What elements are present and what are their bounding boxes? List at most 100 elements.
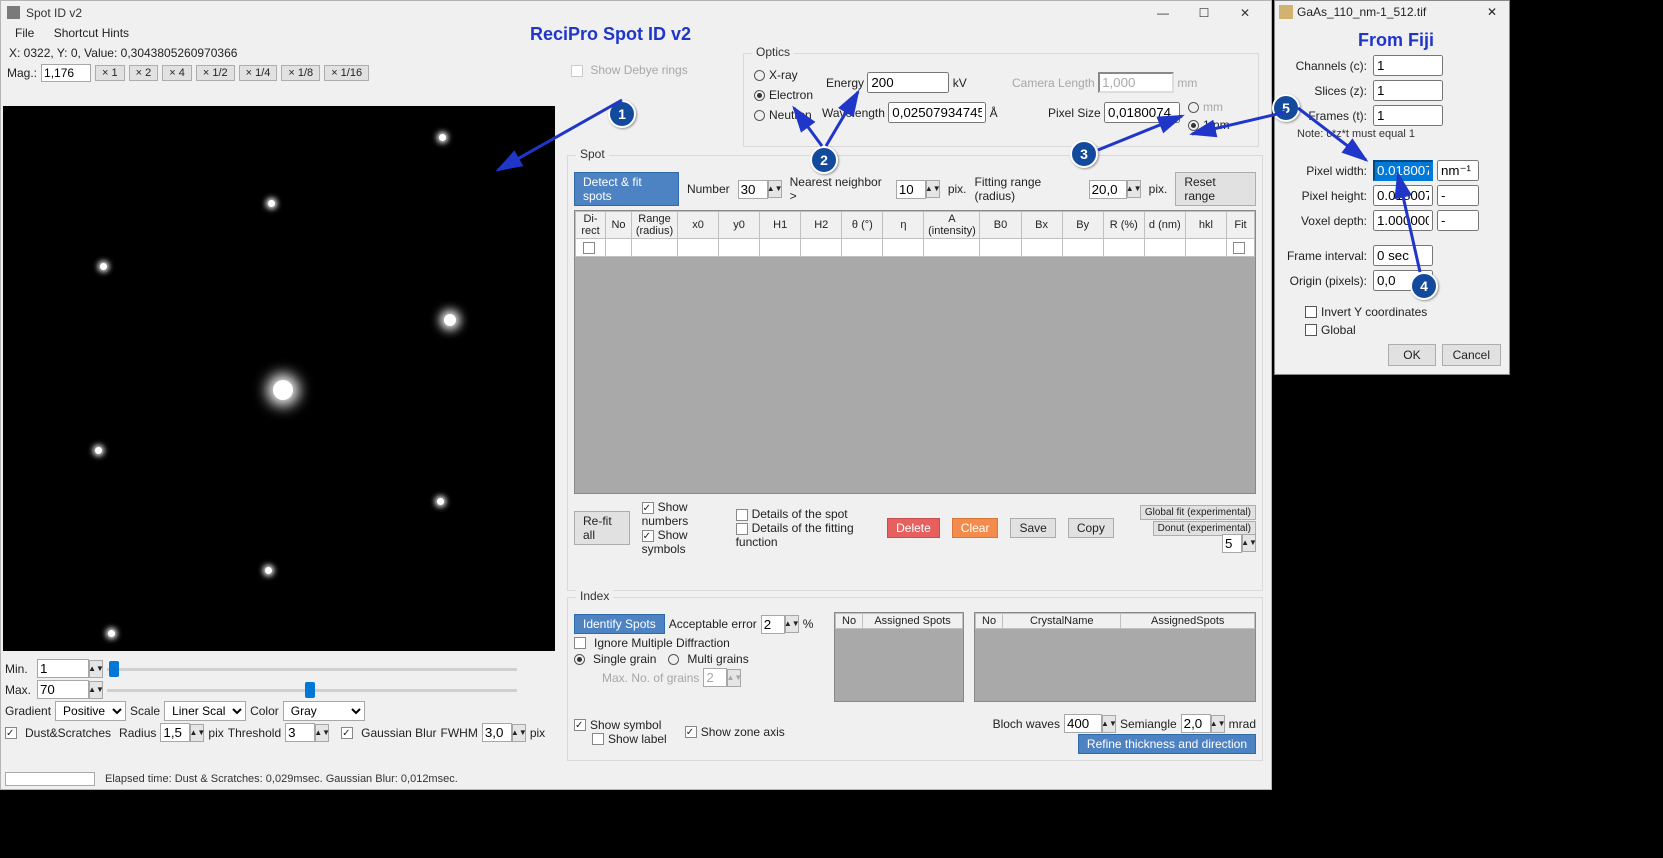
fiji-close-button[interactable]: ✕ [1479,5,1505,19]
details-fit-checkbox[interactable] [736,523,748,535]
show-label-checkbox[interactable] [592,733,604,745]
spin-buttons[interactable]: ▲▼ [89,660,103,678]
spin-buttons[interactable]: ▲▼ [1242,534,1256,552]
refit-all-button[interactable]: Re-fit all [574,511,630,545]
copy-button[interactable]: Copy [1068,518,1114,538]
origin-input[interactable] [1373,270,1433,291]
maxgrains-input [703,668,727,687]
show-numbers-checkbox[interactable] [642,502,654,514]
wavelength-input[interactable] [888,102,986,123]
pixel-height-unit[interactable] [1437,185,1479,206]
number-input[interactable] [738,180,768,199]
bloch-input[interactable] [1064,714,1102,733]
identify-spots-button[interactable]: Identify Spots [574,614,665,634]
debye-checkbox[interactable] [571,65,583,77]
pixel-width-input[interactable] [1373,160,1433,181]
spin-buttons[interactable]: ▲▼ [512,724,526,742]
multi-grain-radio[interactable] [668,654,679,665]
global-checkbox[interactable] [1305,324,1317,336]
unit-invnm-radio[interactable] [1188,120,1199,131]
unit-mm-radio[interactable] [1188,102,1199,113]
crystal-table[interactable]: NoCrystalNameAssignedSpots [974,612,1256,702]
gradient-select[interactable]: Positive [55,701,126,721]
electron-radio[interactable] [754,90,765,101]
single-grain-radio[interactable] [574,654,585,665]
frame-interval-input[interactable] [1373,245,1433,266]
max-slider[interactable] [107,682,517,698]
scale-select[interactable]: Liner Scal [164,701,246,721]
gauss-checkbox[interactable] [341,727,353,739]
status-bar: Elapsed time: Dust & Scratches: 0,029mse… [5,772,458,786]
fwhm-input[interactable] [482,723,512,742]
fit-checkbox[interactable] [1233,242,1245,254]
min-input[interactable] [37,659,89,678]
clear-button[interactable]: Clear [952,518,999,538]
direct-checkbox[interactable] [583,242,595,254]
donut-input[interactable] [1222,534,1242,553]
spin-buttons[interactable]: ▲▼ [1127,180,1141,198]
assigned-spots-table[interactable]: NoAssigned Spots [834,612,964,702]
pixel-width-unit[interactable] [1437,160,1479,181]
mag-x4[interactable]: × 4 [162,65,192,81]
mag-input[interactable] [41,64,91,82]
spot-table[interactable]: Di-rect No Range (radius) x0 y0 H1 H2 θ … [574,210,1256,494]
slices-input[interactable] [1373,80,1443,101]
xray-radio[interactable] [754,70,765,81]
pixel-height-input[interactable] [1373,185,1433,206]
global-fit-button[interactable]: Global fit (experimental) [1140,505,1256,520]
spot-title: Spot [576,147,609,161]
spin-buttons[interactable]: ▲▼ [1102,715,1116,733]
diffraction-image[interactable] [3,106,555,651]
threshold-input[interactable] [285,723,315,742]
semi-input[interactable] [1181,714,1211,733]
voxel-depth-unit[interactable] [1437,210,1479,231]
voxel-depth-input[interactable] [1373,210,1433,231]
ignore-checkbox[interactable] [574,637,586,649]
details-spot-label: Details of the spot [752,507,848,521]
details-spot-checkbox[interactable] [736,509,748,521]
reset-range-button[interactable]: Reset range [1175,172,1256,206]
mag-x1[interactable]: × 1 [95,65,125,81]
energy-label: Energy [826,76,864,90]
menu-file[interactable]: File [7,24,42,42]
invert-y-checkbox[interactable] [1305,306,1317,318]
mag-eighth[interactable]: × 1/8 [281,65,320,81]
spin-buttons[interactable]: ▲▼ [785,615,799,633]
dust-checkbox[interactable] [5,727,17,739]
energy-input[interactable] [867,72,949,93]
menu-shortcut-hints[interactable]: Shortcut Hints [46,24,137,42]
radius-input[interactable] [160,723,190,742]
close-button[interactable]: ✕ [1225,2,1265,24]
save-button[interactable]: Save [1010,518,1055,538]
refine-button[interactable]: Refine thickness and direction [1078,734,1256,754]
spin-buttons[interactable]: ▲▼ [768,180,782,198]
detect-fit-button[interactable]: Detect & fit spots [574,172,679,206]
minimize-button[interactable]: — [1143,2,1183,24]
delete-button[interactable]: Delete [887,518,940,538]
max-input[interactable] [37,680,89,699]
spin-buttons[interactable]: ▲▼ [315,724,329,742]
spin-buttons[interactable]: ▲▼ [926,180,940,198]
mag-half[interactable]: × 1/2 [196,65,235,81]
spin-buttons[interactable]: ▲▼ [1211,715,1225,733]
min-slider[interactable] [107,661,517,677]
frames-input[interactable] [1373,105,1443,126]
accerr-input[interactable] [761,615,785,634]
cancel-button[interactable]: Cancel [1442,344,1501,366]
channels-input[interactable] [1373,55,1443,76]
spin-buttons[interactable]: ▲▼ [190,724,204,742]
maximize-button[interactable]: ☐ [1184,2,1224,24]
color-select[interactable]: Gray [283,701,365,721]
neutron-radio[interactable] [754,110,765,121]
nn-input[interactable] [896,180,926,199]
show-zone-checkbox[interactable] [685,726,697,738]
fitrange-input[interactable] [1089,180,1127,199]
mag-x2[interactable]: × 2 [129,65,159,81]
pixel-size-input[interactable] [1104,102,1180,123]
ok-button[interactable]: OK [1388,344,1435,366]
mag-quarter[interactable]: × 1/4 [239,65,278,81]
mag-sixteenth[interactable]: × 1/16 [324,65,369,81]
show-symbol-checkbox[interactable] [574,719,586,731]
spin-buttons[interactable]: ▲▼ [89,681,103,699]
show-symbols-checkbox[interactable] [642,530,654,542]
